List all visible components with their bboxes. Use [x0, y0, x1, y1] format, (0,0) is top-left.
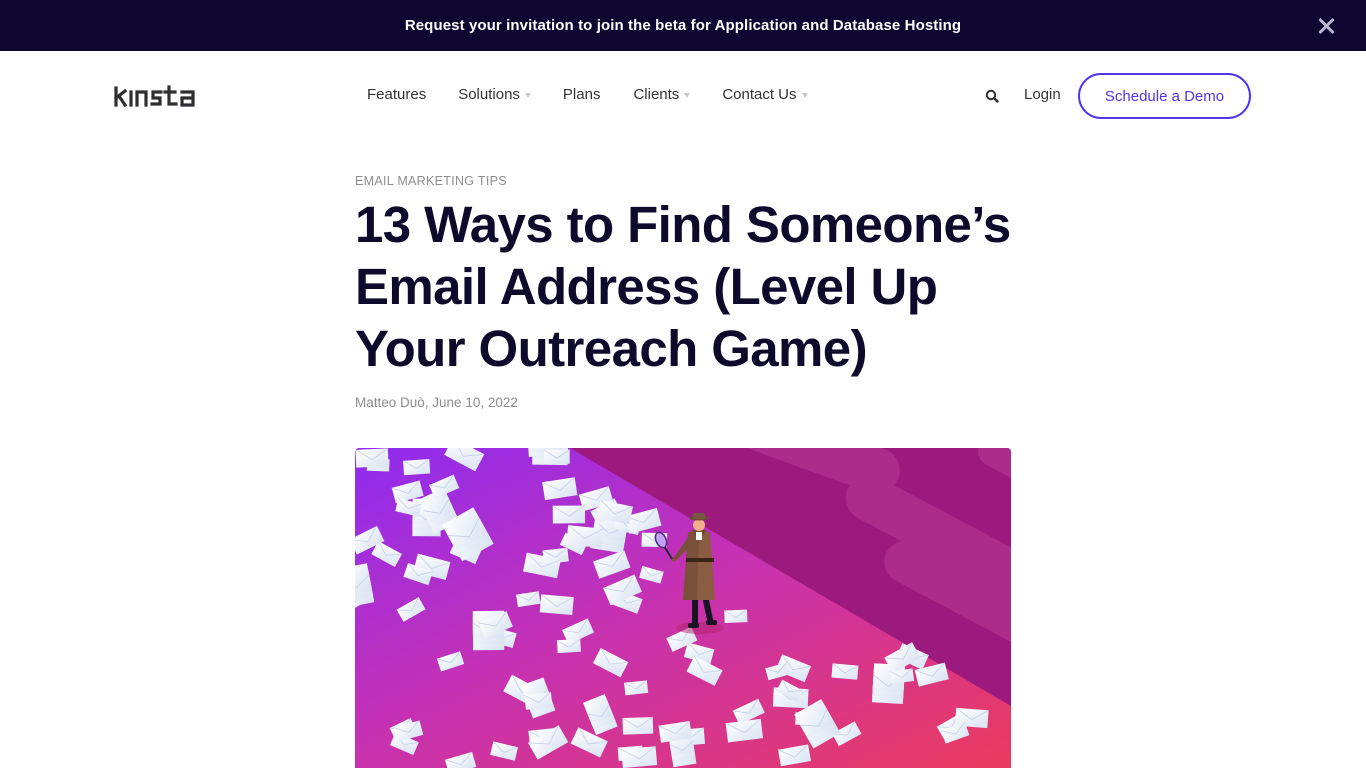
- nav-item-label: Plans: [562, 86, 601, 103]
- login-link[interactable]: Login: [1024, 86, 1061, 103]
- envelope-icon: [355, 448, 389, 468]
- article-meta: Matteo Duò, June 10, 2022: [355, 395, 518, 410]
- search-icon[interactable]: [985, 89, 1000, 104]
- hero-image: [355, 448, 1011, 768]
- envelope-icon: [621, 745, 658, 768]
- nav-item-contact-us[interactable]: Contact Us: [722, 86, 808, 103]
- nav-item-label: Clients: [633, 86, 680, 103]
- envelope-icon: [724, 609, 748, 624]
- envelope-icon: [831, 663, 859, 680]
- envelope-icon: [543, 449, 570, 464]
- hero-illustration: [355, 448, 1011, 768]
- envelope-icon: [524, 691, 553, 710]
- envelope-icon: [552, 505, 586, 524]
- nav-item-plans[interactable]: Plans: [563, 86, 601, 103]
- nav-item-features[interactable]: Features: [367, 86, 426, 103]
- kinsta-logo-icon: [114, 85, 195, 108]
- close-icon[interactable]: [1316, 16, 1336, 36]
- main-nav: Features Solutions Plans Clients Contact…: [367, 86, 840, 103]
- nav-item-label: Contact Us: [722, 86, 797, 103]
- site-header: Features Solutions Plans Clients Contact…: [0, 51, 1366, 141]
- page-title: 13 Ways to Find Someone’s Email Address …: [355, 196, 1011, 377]
- envelope-icon: [539, 594, 574, 616]
- envelope-icon: [622, 716, 654, 735]
- nav-item-label: Solutions: [458, 86, 520, 103]
- category-link[interactable]: Email Marketing Tips: [355, 174, 507, 188]
- nav-item-label: Features: [367, 86, 427, 103]
- envelope-icon: [556, 638, 581, 654]
- chevron-down-icon: [801, 92, 808, 98]
- chevron-down-icon: [684, 92, 691, 98]
- envelope-icon: [871, 663, 906, 705]
- kinsta-logo[interactable]: [114, 84, 210, 108]
- nav-item-solutions[interactable]: Solutions: [458, 86, 531, 103]
- schedule-demo-button[interactable]: Schedule a Demo: [1078, 73, 1251, 119]
- chevron-down-icon: [524, 92, 531, 98]
- envelope-icon: [402, 458, 431, 476]
- envelope-icon: [623, 680, 649, 696]
- nav-item-clients[interactable]: Clients: [633, 86, 691, 103]
- announcement-link[interactable]: Request your invitation to join the beta…: [405, 17, 961, 34]
- envelope-icon: [566, 524, 604, 549]
- announcement-bar: Request your invitation to join the beta…: [0, 0, 1366, 51]
